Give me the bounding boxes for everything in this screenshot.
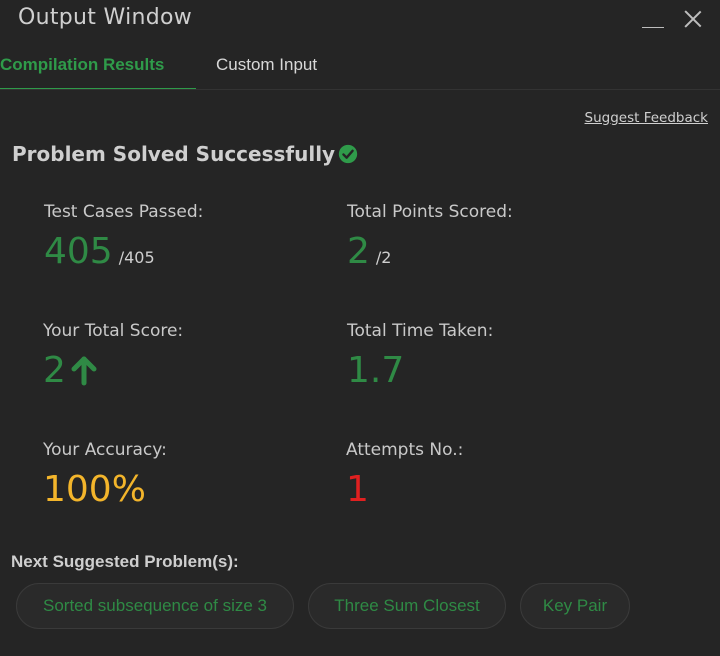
points-total: /2 (375, 248, 392, 267)
title-bar: Output Window (0, 0, 720, 40)
stat-time-taken: Total Time Taken: 1.7 (347, 321, 493, 391)
test-cases-total: /405 (118, 248, 155, 267)
stat-total-score: Your Total Score: 2 (43, 321, 183, 391)
minimize-icon[interactable] (640, 8, 664, 30)
test-cases-passed: 405 (44, 231, 113, 272)
stat-label: Total Points Scored: (347, 202, 513, 222)
stat-label: Your Accuracy: (43, 440, 167, 460)
next-suggested-heading: Next Suggested Problem(s): (11, 552, 239, 571)
stat-attempts: Attempts No.: 1 (346, 440, 463, 510)
accuracy-value: 100% (43, 469, 146, 510)
points-scored: 2 (347, 231, 370, 272)
suggest-feedback-link[interactable]: Suggest Feedback (585, 110, 708, 126)
stat-value: 1 (346, 470, 463, 510)
tab-custom-input[interactable]: Custom Input (216, 48, 317, 90)
stat-accuracy: Your Accuracy: 100% (43, 440, 167, 510)
stat-label: Your Total Score: (43, 321, 184, 341)
arrow-up-icon (71, 356, 97, 386)
total-score: 2 (43, 350, 66, 391)
attempts-value: 1 (346, 469, 369, 510)
window-title: Output Window (18, 5, 193, 30)
tab-bar: Compilation Results Custom Input (0, 48, 720, 90)
stat-label: Total Time Taken: (347, 321, 494, 341)
suggested-problem-chip[interactable]: Sorted subsequence of size 3 (16, 583, 294, 629)
tab-compilation-results[interactable]: Compilation Results (0, 48, 196, 90)
stat-test-cases: Test Cases Passed: 405 /405 (44, 202, 203, 278)
stat-label: Attempts No.: (346, 440, 464, 460)
stat-value: 1.7 (347, 351, 493, 391)
suggested-problem-chip[interactable]: Three Sum Closest (308, 583, 506, 629)
stat-value: 2 (43, 351, 183, 391)
status-text: Problem Solved Successfully (12, 142, 336, 166)
stat-value: 2 /2 (347, 232, 513, 278)
time-taken: 1.7 (347, 350, 405, 391)
status-message: Problem Solved Successfully (12, 142, 359, 166)
suggested-problem-chip[interactable]: Key Pair (520, 583, 630, 629)
stat-value: 405 /405 (44, 232, 203, 278)
check-circle-icon (338, 144, 358, 164)
close-icon[interactable] (681, 8, 705, 30)
stat-label: Test Cases Passed: (44, 202, 204, 222)
stat-points: Total Points Scored: 2 /2 (347, 202, 513, 278)
tabs-divider (0, 89, 720, 90)
stat-value: 100% (43, 470, 167, 510)
